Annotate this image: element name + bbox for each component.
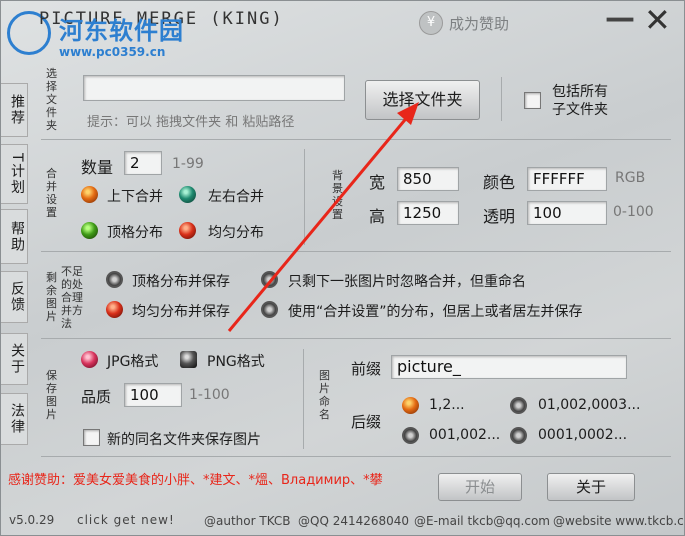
annotation-arrow-icon (227, 102, 419, 332)
app-window: PICTURE MERGE (KING) 河东软件园 www.pc0359.cn… (0, 0, 685, 536)
